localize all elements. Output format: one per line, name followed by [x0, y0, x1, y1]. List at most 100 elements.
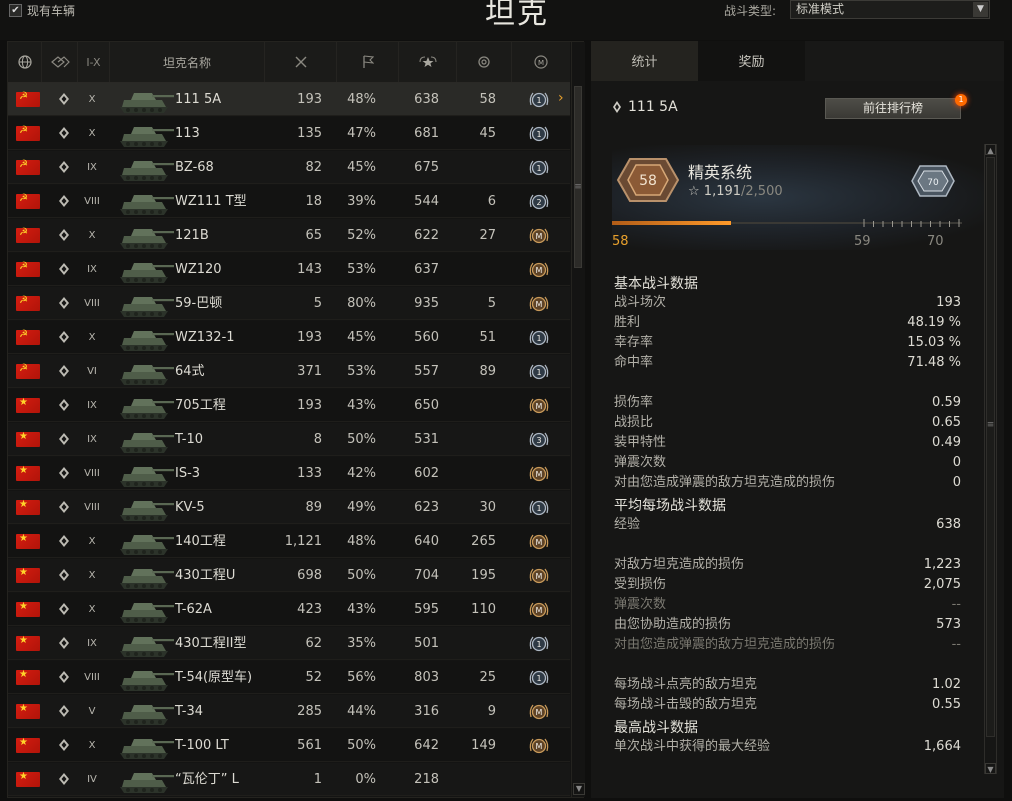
tab-awards[interactable]: 奖励	[698, 41, 805, 81]
mastery-mark-label: 1	[536, 368, 541, 377]
table-row[interactable]: IX 430工程II型 62 35% 501 1	[8, 627, 570, 660]
winrate-value: 52%	[347, 228, 376, 243]
winrate-value: 39%	[347, 194, 376, 209]
table-row[interactable]: IX 705工程 193 43% 650 M	[8, 389, 570, 422]
marks-value: 195	[471, 568, 496, 583]
heavy-tank-type-icon	[59, 263, 69, 275]
battle-type-dropdown[interactable]: 标准模式 ▼	[790, 0, 990, 19]
table-row[interactable]: X 121B 65 52% 622 27 M	[8, 219, 570, 252]
table-row[interactable]: VIII KV-5 89 49% 623 30 1	[8, 491, 570, 524]
scroll-down-icon[interactable]: ▼	[985, 763, 996, 774]
stats-section-title: 平均每场战斗数据	[614, 498, 726, 514]
avg-xp-value: 557	[414, 364, 439, 379]
battles-value: 423	[297, 602, 322, 617]
xp-sort-header[interactable]	[399, 42, 457, 82]
table-row[interactable]: X 111 5A 193 48% 638 58 1 ›	[8, 83, 570, 116]
tank-name: KV-5	[175, 500, 205, 515]
chevron-down-icon[interactable]: ▼	[973, 2, 988, 17]
table-row[interactable]: VIII 59-巴顿 5 80% 935 5 M	[8, 287, 570, 320]
stat-row: 单次战斗中获得的最大经验 1,664	[614, 737, 961, 757]
nation-flag-icon	[16, 193, 40, 209]
stat-row: 受到损伤 2,075	[614, 575, 961, 595]
battles-value: 371	[297, 364, 322, 379]
progress-label-next: 59	[854, 234, 871, 249]
winrate-value: 42%	[347, 466, 376, 481]
table-row[interactable]: IX WZ120 143 53% 637 M	[8, 253, 570, 286]
table-scrollbar[interactable]: ≡ ▼	[571, 42, 585, 797]
marks-value: 89	[479, 364, 496, 379]
table-row[interactable]: VIII WZ111 T型 18 39% 544 6 2	[8, 185, 570, 218]
avg-xp-value: 637	[414, 262, 439, 277]
mastery-mark-icon: 3	[529, 432, 549, 448]
marks-value: 58	[479, 92, 496, 107]
stat-row: 对敌方坦克造成的损伤 1,223	[614, 555, 961, 575]
heavy-tank-type-icon	[59, 433, 69, 445]
elite-progress-fill	[612, 221, 732, 225]
tier-label: V	[88, 706, 96, 717]
stats-list: 基本战斗数据 战斗场次 193 胜利 48.19 % 幸存率 15.03 % 命中率 71.48…	[614, 271, 961, 791]
go-to-leaderboard-button[interactable]: 前往排行榜	[825, 98, 961, 119]
table-row[interactable]: IX BZ-68 82 45% 675 1	[8, 151, 570, 184]
checkbox-check-icon[interactable]: ✔	[9, 4, 22, 17]
stat-value: 0.59	[932, 395, 961, 410]
heavy-tank-type-icon	[59, 399, 69, 411]
star-badge-icon	[419, 56, 436, 67]
table-row[interactable]: X WZ132-1 193 45% 560 51 1	[8, 321, 570, 354]
battles-value: 18	[305, 194, 322, 209]
scrollbar-thumb[interactable]	[574, 86, 582, 268]
table-body: X111 5A19348%638581›X11313547%681451IXBZ…	[8, 83, 570, 798]
stat-value: 638	[936, 517, 961, 532]
table-row[interactable]: X T-62A 423 43% 595 110 M	[8, 593, 570, 626]
stat-value: 0	[952, 475, 961, 490]
type-sort-header[interactable]	[42, 42, 78, 82]
nation-flag-icon	[16, 159, 40, 175]
heavy-tank-type-icon	[59, 229, 69, 241]
tier-sort-header[interactable]: I-X	[78, 42, 110, 82]
mastery-mark-label: M	[536, 402, 543, 411]
stat-row: 每场战斗击毁的敌方坦克 0.55	[614, 695, 961, 715]
mastery-mark-icon: M	[529, 602, 549, 618]
progress-label-current: 58	[612, 234, 629, 249]
tab-statistics[interactable]: 统计	[591, 41, 698, 81]
scrollbar-thumb[interactable]	[986, 157, 995, 737]
heavy-tank-type-icon	[59, 705, 69, 717]
tank-name: WZ120	[175, 262, 222, 277]
tank-image-icon	[114, 527, 174, 557]
stat-row: 装甲特性 0.49	[614, 433, 961, 453]
tier-label: X	[88, 230, 96, 241]
stat-label: 幸存率	[614, 335, 654, 350]
winrate-value: 53%	[347, 262, 376, 277]
winrate-value: 35%	[347, 636, 376, 651]
table-row[interactable]: VIII IS-3 133 42% 602 M	[8, 457, 570, 490]
table-row[interactable]: X 430工程U 698 50% 704 195 M	[8, 559, 570, 592]
winrate-value: 50%	[347, 432, 376, 447]
table-row[interactable]: X T-100 LT 561 50% 642 149 M	[8, 729, 570, 762]
heavy-tank-type-icon	[59, 569, 69, 581]
battles-sort-header[interactable]	[265, 42, 337, 82]
table-row[interactable]: V T-34 285 44% 316 9 M	[8, 695, 570, 728]
mastery-sort-header[interactable]: M	[512, 42, 570, 82]
table-row[interactable]: IV “瓦伦丁” L 1 0% 218	[8, 763, 570, 796]
marks-value: 265	[471, 534, 496, 549]
mastery-mark-label: 1	[536, 334, 541, 343]
scroll-up-icon[interactable]: ▲	[985, 144, 996, 155]
own-vehicles-checkbox[interactable]: ✔ 现有车辆	[9, 2, 75, 19]
tank-name: 705工程	[175, 398, 226, 413]
table-row[interactable]: X 140工程 1,121 48% 640 265 M	[8, 525, 570, 558]
battles-value: 1	[313, 772, 322, 787]
grip-icon: ≡	[986, 420, 995, 430]
nation-flag-icon	[16, 499, 40, 515]
scroll-down-icon[interactable]: ▼	[573, 783, 585, 795]
winrate-value: 43%	[347, 602, 376, 617]
winrate-sort-header[interactable]	[337, 42, 399, 82]
name-sort-header[interactable]: 坦克名称	[110, 42, 265, 82]
table-row[interactable]: IX T-10 8 50% 531 3	[8, 423, 570, 456]
stats-scrollbar[interactable]: ▲ ≡ ▼	[984, 144, 997, 774]
stat-row: 损伤率 0.59	[614, 393, 961, 413]
damage-sort-header[interactable]	[457, 42, 512, 82]
table-row[interactable]: VI 64式 371 53% 557 89 1	[8, 355, 570, 388]
table-row[interactable]: VIII T-54(原型车) 52 56% 803 25 1	[8, 661, 570, 694]
avg-xp-value: 642	[414, 738, 439, 753]
nation-sort-header[interactable]	[8, 42, 42, 82]
table-row[interactable]: X 113 135 47% 681 45 1	[8, 117, 570, 150]
